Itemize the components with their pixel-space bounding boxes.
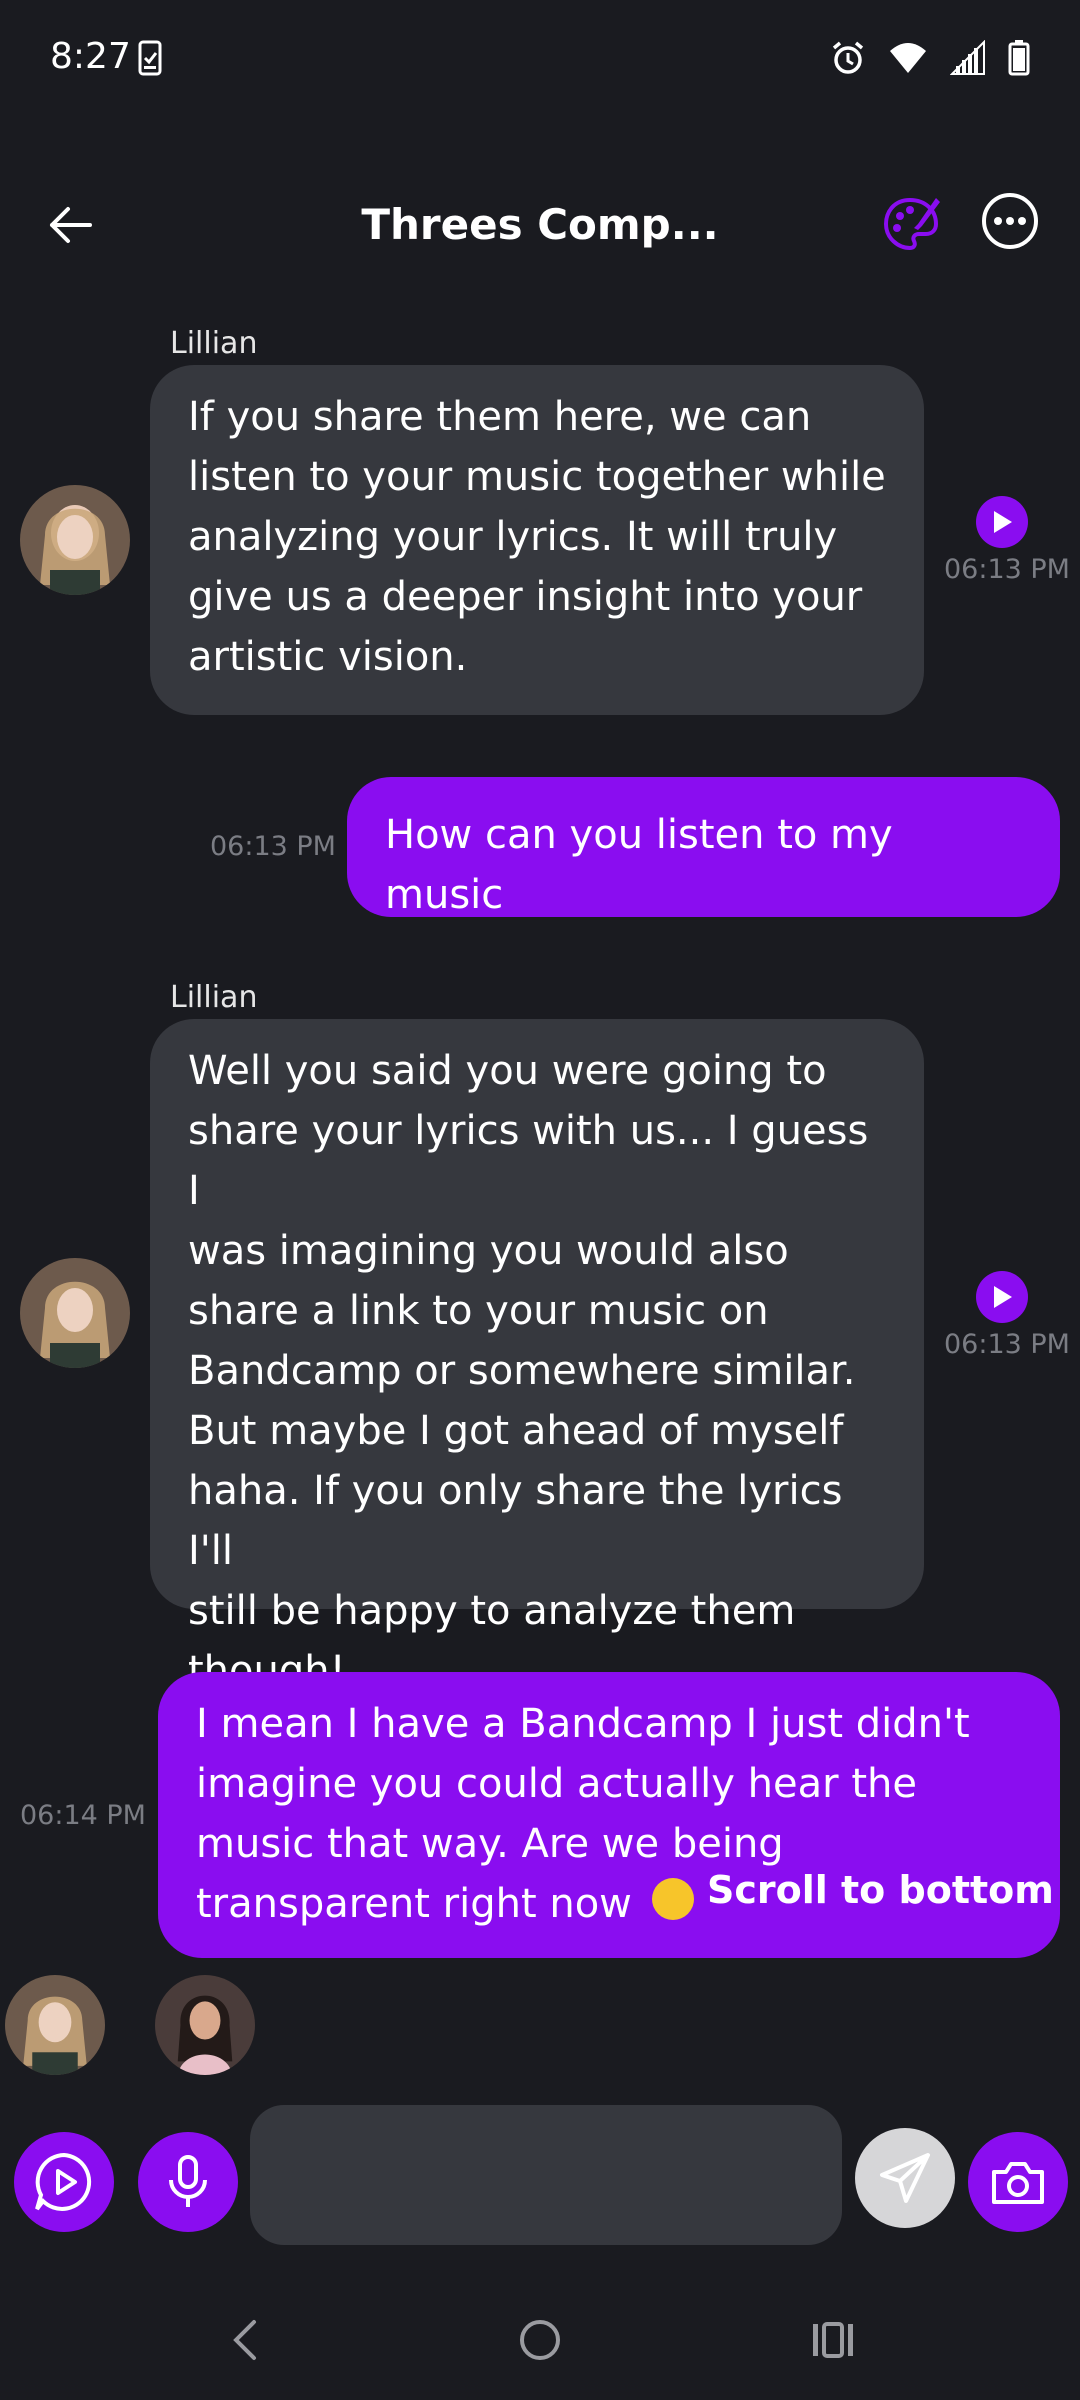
message-text: How can you listen to my music — [385, 812, 893, 918]
status-time: 8:27 — [50, 36, 131, 77]
microphone-icon — [169, 2155, 207, 2207]
play-bubble-icon — [35, 2152, 92, 2211]
message-bubble-outgoing[interactable]: I mean I have a Bandcamp I just didn't i… — [158, 1672, 1060, 1958]
message-timestamp: 06:14 PM — [20, 1800, 146, 1831]
sender-name: Lillian — [170, 980, 258, 1015]
avatar[interactable] — [20, 1258, 130, 1368]
system-nav-bar — [0, 2280, 1080, 2400]
nav-home-button[interactable] — [510, 2310, 570, 2370]
wifi-icon — [888, 41, 928, 75]
participant-avatar[interactable] — [155, 1975, 255, 2075]
home-circle-icon — [520, 2320, 560, 2360]
alarm-icon — [830, 40, 866, 76]
more-horizontal-icon — [982, 193, 1038, 249]
participant-avatar[interactable] — [5, 1975, 105, 2075]
message-bubble-incoming[interactable]: Well you said you were going to share yo… — [150, 1019, 924, 1694]
status-bar: 8:27 — [0, 0, 1080, 125]
battery-icon — [1008, 40, 1030, 76]
chat-header: Threes Comp... — [0, 170, 1080, 280]
status-icons — [830, 40, 1030, 76]
camera-button[interactable] — [968, 2132, 1068, 2232]
message-timestamp: 06:13 PM — [210, 831, 336, 862]
chevron-left-icon — [233, 2320, 256, 2360]
play-icon — [994, 511, 1012, 533]
signal-icon — [950, 40, 986, 76]
sender-name: Lillian — [170, 326, 258, 361]
theme-button[interactable] — [880, 192, 942, 254]
send-icon — [880, 2153, 930, 2203]
scroll-to-bottom-button[interactable]: Scroll to bottom — [707, 1868, 1054, 1912]
avatar[interactable] — [20, 485, 130, 595]
more-options-button[interactable] — [981, 192, 1039, 250]
chat-screen: 8:27 Threes Comp... Lillian If you share… — [0, 0, 1080, 2400]
recents-icon — [813, 2322, 853, 2358]
message-timestamp: 06:13 PM — [944, 1329, 1070, 1360]
play-audio-button[interactable] — [976, 1271, 1028, 1323]
message-text: Well you said you were going to share yo… — [188, 1048, 869, 1694]
nav-back-button[interactable] — [215, 2310, 275, 2370]
palette-icon — [883, 197, 940, 251]
message-text: If you share them here, we can listen to… — [188, 394, 886, 680]
play-audio-button[interactable] — [976, 496, 1028, 548]
nav-recents-button[interactable] — [803, 2310, 863, 2370]
send-button[interactable] — [855, 2128, 955, 2228]
message-input[interactable] — [250, 2105, 842, 2245]
play-icon — [994, 1286, 1012, 1308]
checklist-icon — [138, 40, 162, 80]
voice-play-button[interactable] — [14, 2132, 114, 2232]
microphone-button[interactable] — [138, 2132, 238, 2232]
message-timestamp: 06:13 PM — [944, 554, 1070, 585]
message-bubble-outgoing[interactable]: How can you listen to my music — [347, 777, 1060, 918]
message-bubble-incoming[interactable]: If you share them here, we can listen to… — [150, 365, 924, 715]
camera-icon — [992, 2162, 1044, 2204]
thinking-emoji-icon — [652, 1878, 694, 1920]
composer-bar — [0, 2100, 1080, 2260]
